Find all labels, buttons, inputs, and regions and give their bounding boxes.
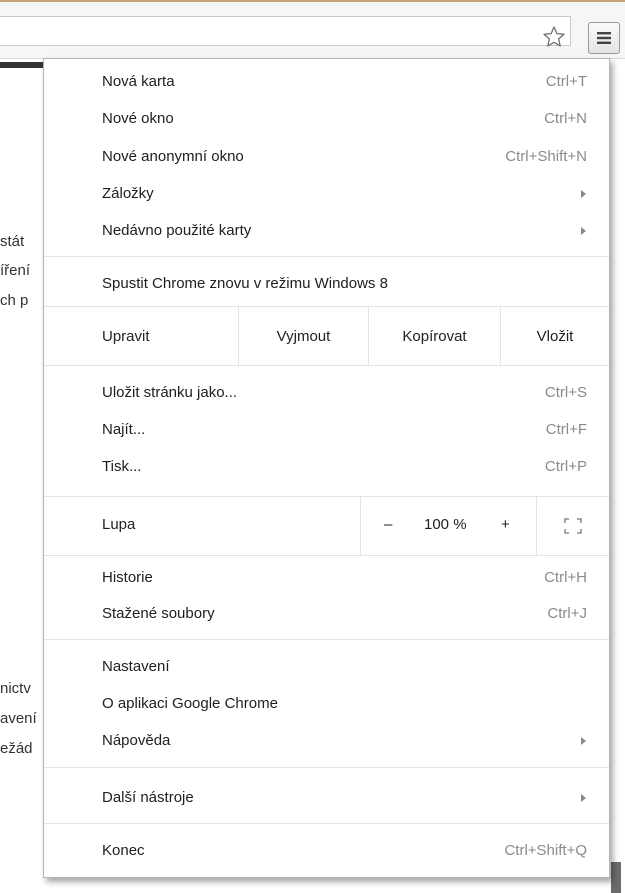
menu-item-label: Najít... xyxy=(102,421,146,438)
menu-item-bookmarks[interactable]: Záložky xyxy=(44,178,609,210)
menu-item-new-window[interactable]: Nové okno Ctrl+N xyxy=(44,103,609,135)
menu-item-label: Konec xyxy=(102,842,145,859)
background-text: íření xyxy=(0,262,31,279)
menu-item-label: Historie xyxy=(102,569,153,586)
cut-button[interactable]: Vyjmout xyxy=(239,307,368,365)
zoom-label: Lupa xyxy=(102,516,136,533)
menu-item-recent-tabs[interactable]: Nedávno použité karty xyxy=(44,215,609,247)
menu-item-shortcut: Ctrl+H xyxy=(544,569,587,586)
zoom-out-button[interactable]: – xyxy=(384,516,392,533)
menu-item-more-tools[interactable]: Další nástroje xyxy=(44,782,609,814)
menu-item-exit[interactable]: Konec Ctrl+Shift+Q xyxy=(44,835,609,867)
menu-item-label: Nedávno použité karty xyxy=(102,222,252,239)
edit-label: Upravit xyxy=(102,327,150,345)
copy-button[interactable]: Kopírovat xyxy=(369,307,500,365)
address-bar[interactable] xyxy=(0,16,571,46)
menu-item-print[interactable]: Tisk... Ctrl+P xyxy=(44,451,609,483)
menu-separator xyxy=(44,555,609,556)
zoom-level: 100 % xyxy=(424,516,467,533)
menu-item-label: Nové okno xyxy=(102,110,174,127)
fullscreen-icon[interactable] xyxy=(564,518,582,534)
menu-item-label: Nové anonymní okno xyxy=(102,148,244,165)
menu-item-shortcut: Ctrl+S xyxy=(544,384,587,401)
menu-item-label: Záložky xyxy=(102,185,154,202)
submenu-arrow-icon xyxy=(581,737,586,745)
submenu-arrow-icon xyxy=(581,227,586,235)
background-text: avení xyxy=(0,710,37,727)
menu-item-shortcut: Ctrl+F xyxy=(545,421,587,438)
menu-item-downloads[interactable]: Stažené soubory Ctrl+J xyxy=(44,598,609,630)
background-text: ežád xyxy=(0,740,33,757)
chrome-main-menu: Nová karta Ctrl+T Nové okno Ctrl+N Nové … xyxy=(43,58,610,878)
menu-item-settings[interactable]: Nastavení xyxy=(44,651,609,683)
menu-item-new-tab[interactable]: Nová karta Ctrl+T xyxy=(44,66,609,98)
menu-item-shortcut: Ctrl+Shift+N xyxy=(505,148,587,165)
menu-separator xyxy=(44,639,609,640)
menu-item-relaunch-windows8[interactable]: Spustit Chrome znovu v režimu Windows 8 xyxy=(44,268,609,300)
zoom-in-button[interactable]: + xyxy=(501,516,510,533)
background-text: stát xyxy=(0,233,25,250)
menu-item-find[interactable]: Najít... Ctrl+F xyxy=(44,414,609,446)
menu-item-shortcut: Ctrl+Shift+Q xyxy=(504,842,587,859)
menu-item-shortcut: Ctrl+N xyxy=(544,110,587,127)
background-text: ch p xyxy=(0,292,29,309)
paste-button[interactable]: Vložit xyxy=(501,307,609,365)
menu-item-shortcut: Ctrl+J xyxy=(547,605,587,622)
submenu-arrow-icon xyxy=(581,794,586,802)
zoom-row: Lupa – 100 % + xyxy=(44,497,609,555)
menu-item-help[interactable]: Nápověda xyxy=(44,725,609,757)
chrome-menu-button[interactable] xyxy=(588,22,620,54)
menu-item-label: Uložit stránku jako... xyxy=(102,384,238,401)
menu-item-shortcut: Ctrl+P xyxy=(544,458,587,475)
menu-item-shortcut: Ctrl+T xyxy=(545,73,587,90)
star-outline-icon[interactable] xyxy=(541,24,567,50)
menu-item-label: O aplikaci Google Chrome xyxy=(102,695,278,712)
menu-item-new-incognito[interactable]: Nové anonymní okno Ctrl+Shift+N xyxy=(44,141,609,173)
menu-separator xyxy=(536,497,537,555)
menu-separator xyxy=(44,256,609,257)
menu-item-label: Nastavení xyxy=(102,658,170,675)
menu-item-save-page[interactable]: Uložit stránku jako... Ctrl+S xyxy=(44,377,609,409)
menu-item-label: Další nástroje xyxy=(102,789,194,806)
edit-row: Upravit Vyjmout Kopírovat Vložit xyxy=(44,307,609,365)
menu-item-label: Nová karta xyxy=(102,73,175,90)
menu-item-history[interactable]: Historie Ctrl+H xyxy=(44,562,609,594)
browser-toolbar xyxy=(0,2,625,59)
menu-separator xyxy=(44,767,609,768)
menu-item-label: Tisk... xyxy=(102,458,142,475)
menu-item-label: Spustit Chrome znovu v režimu Windows 8 xyxy=(102,275,388,292)
menu-item-label: Nápověda xyxy=(102,732,171,749)
background-text: nictv xyxy=(0,680,31,697)
scrollbar-fragment xyxy=(611,862,621,893)
submenu-arrow-icon xyxy=(581,190,586,198)
menu-item-label: Stažené soubory xyxy=(102,605,215,622)
menu-separator xyxy=(44,823,609,824)
menu-item-about[interactable]: O aplikaci Google Chrome xyxy=(44,688,609,720)
menu-separator xyxy=(360,497,361,555)
page-header-bar xyxy=(0,62,48,68)
hamburger-menu-icon xyxy=(597,32,611,44)
menu-separator xyxy=(44,365,609,366)
